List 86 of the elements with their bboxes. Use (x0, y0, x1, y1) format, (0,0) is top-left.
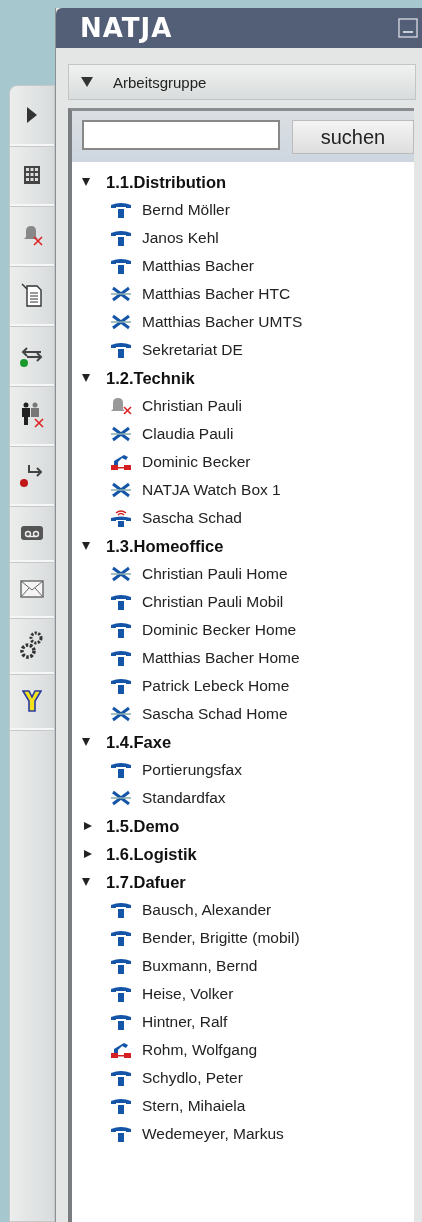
handset-icon (110, 1069, 132, 1087)
contact-name[interactable]: Christian Pauli Home (142, 565, 288, 583)
contact-name[interactable]: Wedemeyer, Markus (142, 1125, 284, 1143)
play-icon[interactable] (25, 106, 39, 124)
handset-icon (110, 1013, 132, 1031)
handset-icon (110, 621, 132, 639)
contact-name[interactable]: Stern, Mihaiela (142, 1097, 246, 1115)
search-button[interactable]: suchen (292, 120, 414, 154)
group-label[interactable]: 1.6.Logistik (106, 844, 197, 864)
group-label[interactable]: 1.5.Demo (106, 816, 180, 836)
handset-icon (110, 341, 132, 359)
group-label[interactable]: 1.1.Distribution (106, 172, 227, 192)
group-label[interactable]: 1.7.Dafuer (106, 872, 186, 892)
crossed-phone-icon (110, 313, 132, 331)
crossed-phone-icon (110, 425, 132, 443)
handset-icon (110, 229, 132, 247)
expand-triangle-icon[interactable] (82, 542, 90, 550)
document-icon[interactable] (21, 283, 43, 307)
expand-triangle-icon[interactable] (82, 878, 90, 886)
contact-name[interactable]: Christian Pauli (142, 397, 242, 415)
group-label[interactable]: 1.4.Faxe (106, 732, 172, 752)
handset-icon (110, 677, 132, 695)
handset-icon (110, 1097, 132, 1115)
handset-icon (110, 985, 132, 1003)
contact-name[interactable]: NATJA Watch Box 1 (142, 481, 281, 499)
crossed-phone-icon (110, 565, 132, 583)
contact-name[interactable]: Schydlo, Peter (142, 1069, 243, 1087)
section-title: Arbeitsgruppe (113, 73, 207, 91)
contact-name[interactable]: Matthias Bacher HTC (142, 285, 291, 303)
handset-icon (110, 901, 132, 919)
search-field[interactable] (82, 120, 280, 150)
group-label[interactable]: 1.3.Homeoffice (106, 536, 224, 556)
contact-name[interactable]: Heise, Volker (142, 985, 234, 1003)
handset-icon (110, 257, 132, 275)
handset-icon (110, 201, 132, 219)
contact-name[interactable]: Portierungsfax (142, 761, 242, 779)
grid-icon[interactable] (23, 165, 41, 185)
contact-name[interactable]: Patrick Lebeck Home (142, 677, 290, 695)
bell-crossed-icon (110, 397, 132, 415)
collapse-triangle-icon (81, 77, 93, 87)
handset-icon (110, 593, 132, 611)
forward-arrow-icon[interactable] (19, 462, 45, 488)
minimize-button[interactable] (398, 18, 418, 38)
voicemail-icon[interactable] (20, 525, 44, 541)
contact-name[interactable]: Sascha Schad (142, 509, 242, 527)
contact-name[interactable]: Hintner, Ralf (142, 1013, 228, 1031)
contact-name[interactable]: Janos Kehl (142, 229, 219, 247)
ringing-handset-icon (110, 509, 132, 527)
crossed-phone-icon (110, 285, 132, 303)
contact-name[interactable]: Rohm, Wolfgang (142, 1041, 258, 1059)
contact-name[interactable]: Bender, Brigitte (mobil) (142, 929, 300, 947)
section-header[interactable]: Arbeitsgruppe (68, 64, 416, 100)
contact-name[interactable]: Dominic Becker (142, 453, 251, 471)
contact-name[interactable]: Sekretariat DE (142, 341, 243, 359)
contact-name[interactable]: Matthias Bacher UMTS (142, 313, 303, 331)
crossed-phone-icon (110, 481, 132, 499)
contact-name[interactable]: Matthias Bacher Home (142, 649, 300, 667)
contact-name[interactable]: Claudia Pauli (142, 425, 234, 443)
expand-triangle-icon[interactable] (82, 178, 90, 186)
contact-name[interactable]: Bausch, Alexander (142, 901, 272, 919)
expand-triangle-icon[interactable] (84, 850, 92, 858)
expand-triangle-icon[interactable] (82, 738, 90, 746)
contact-name[interactable]: Dominic Becker Home (142, 621, 297, 639)
handset-icon (110, 761, 132, 779)
logo: NATJA (80, 13, 173, 43)
handset-icon (110, 649, 132, 667)
contact-name[interactable]: Matthias Bacher (142, 257, 254, 275)
crossed-phone-icon (110, 789, 132, 807)
contact-name[interactable]: Bernd Möller (142, 201, 230, 219)
y-logo-icon[interactable] (22, 690, 42, 712)
lifted-handset-icon (110, 453, 132, 471)
envelope-icon[interactable] (20, 580, 44, 598)
contact-name[interactable]: Christian Pauli Mobil (142, 593, 284, 611)
crossed-phone-icon (110, 705, 132, 723)
handset-icon (110, 1125, 132, 1143)
contact-name[interactable]: Buxmann, Bernd (142, 957, 258, 975)
handset-icon (110, 929, 132, 947)
handset-icon (110, 957, 132, 975)
people-icon[interactable] (20, 402, 44, 428)
contact-name[interactable]: Sascha Schad Home (142, 705, 288, 723)
contact-name[interactable]: Standardfax (142, 789, 226, 807)
lifted-handset-icon (110, 1041, 132, 1059)
group-label[interactable]: 1.2.Technik (106, 368, 195, 388)
gears-icon[interactable] (20, 630, 44, 660)
expand-triangle-icon[interactable] (84, 822, 92, 830)
expand-triangle-icon[interactable] (82, 374, 90, 382)
